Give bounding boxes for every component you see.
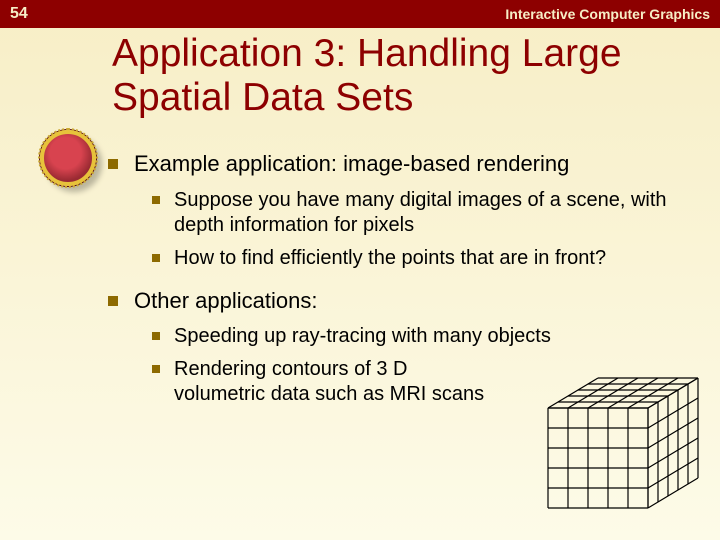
- square-bullet-icon: [108, 296, 118, 306]
- sub-bullet-item: How to find efficiently the points that …: [152, 246, 696, 271]
- square-bullet-icon: [152, 254, 160, 262]
- sub-bullet-text: Suppose you have many digital images of …: [174, 188, 696, 238]
- square-bullet-icon: [152, 196, 160, 204]
- slide-number: 54: [10, 5, 28, 23]
- cube-figure: [540, 366, 702, 516]
- square-bullet-icon: [108, 159, 118, 169]
- sub-bullet-text: Rendering contours of 3 D volumetric dat…: [174, 357, 494, 407]
- sub-bullet-item: Speeding up ray-tracing with many object…: [152, 324, 696, 349]
- bullet-text: Example application: image-based renderi…: [134, 150, 696, 178]
- course-label: Interactive Computer Graphics: [505, 6, 710, 22]
- seal-icon: [40, 130, 96, 186]
- slide: 54 Interactive Computer Graphics Applica…: [0, 0, 720, 540]
- sub-bullet-text: Speeding up ray-tracing with many object…: [174, 324, 696, 349]
- cube-grid-icon: [540, 366, 702, 516]
- top-bar: 54 Interactive Computer Graphics: [0, 0, 720, 28]
- square-bullet-icon: [152, 365, 160, 373]
- slide-title: Application 3: Handling Large Spatial Da…: [0, 28, 720, 129]
- bullet-text: Other applications:: [134, 287, 696, 315]
- bullet-item: Example application: image-based renderi…: [108, 150, 696, 271]
- sub-bullet-item: Suppose you have many digital images of …: [152, 188, 696, 238]
- square-bullet-icon: [152, 332, 160, 340]
- sub-bullet-text: How to find efficiently the points that …: [174, 246, 696, 271]
